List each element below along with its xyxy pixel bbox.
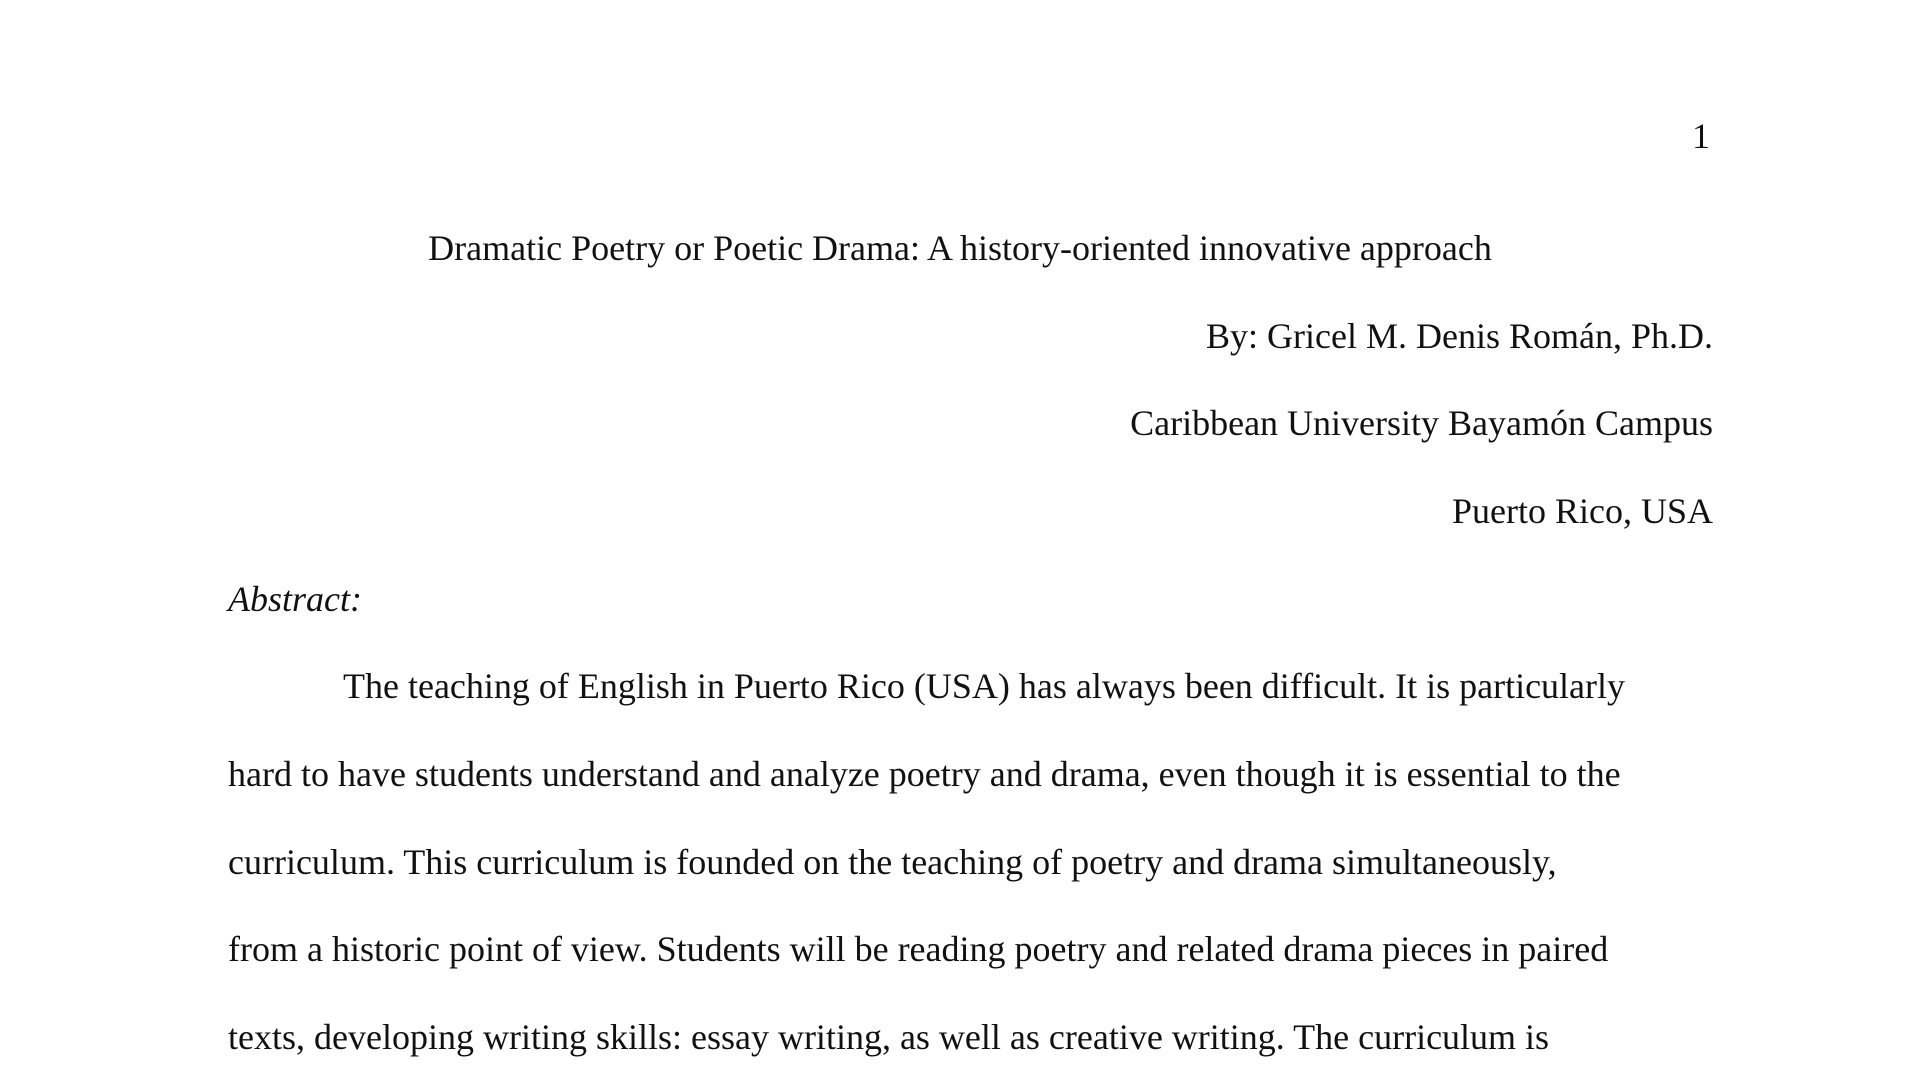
document-page: 1 Dramatic Poetry or Poetic Drama: A his…: [0, 0, 1920, 1082]
abstract-line: from a historic point of view. Students …: [228, 929, 1609, 969]
abstract-line: curriculum. This curriculum is founded o…: [228, 842, 1557, 882]
abstract-line: texts, developing writing skills: essay …: [228, 1017, 1550, 1057]
page-number: 1: [1692, 116, 1710, 156]
author-line: By: Gricel M. Denis Román, Ph.D.: [1206, 316, 1713, 356]
abstract-line: The teaching of English in Puerto Rico (…: [343, 666, 1626, 706]
location-line: Puerto Rico, USA: [1452, 491, 1713, 531]
abstract-heading: Abstract:: [228, 579, 362, 619]
institution-line: Caribbean University Bayamón Campus: [1130, 403, 1713, 443]
abstract-line: hard to have students understand and ana…: [228, 754, 1621, 794]
document-title: Dramatic Poetry or Poetic Drama: A histo…: [428, 228, 1492, 268]
